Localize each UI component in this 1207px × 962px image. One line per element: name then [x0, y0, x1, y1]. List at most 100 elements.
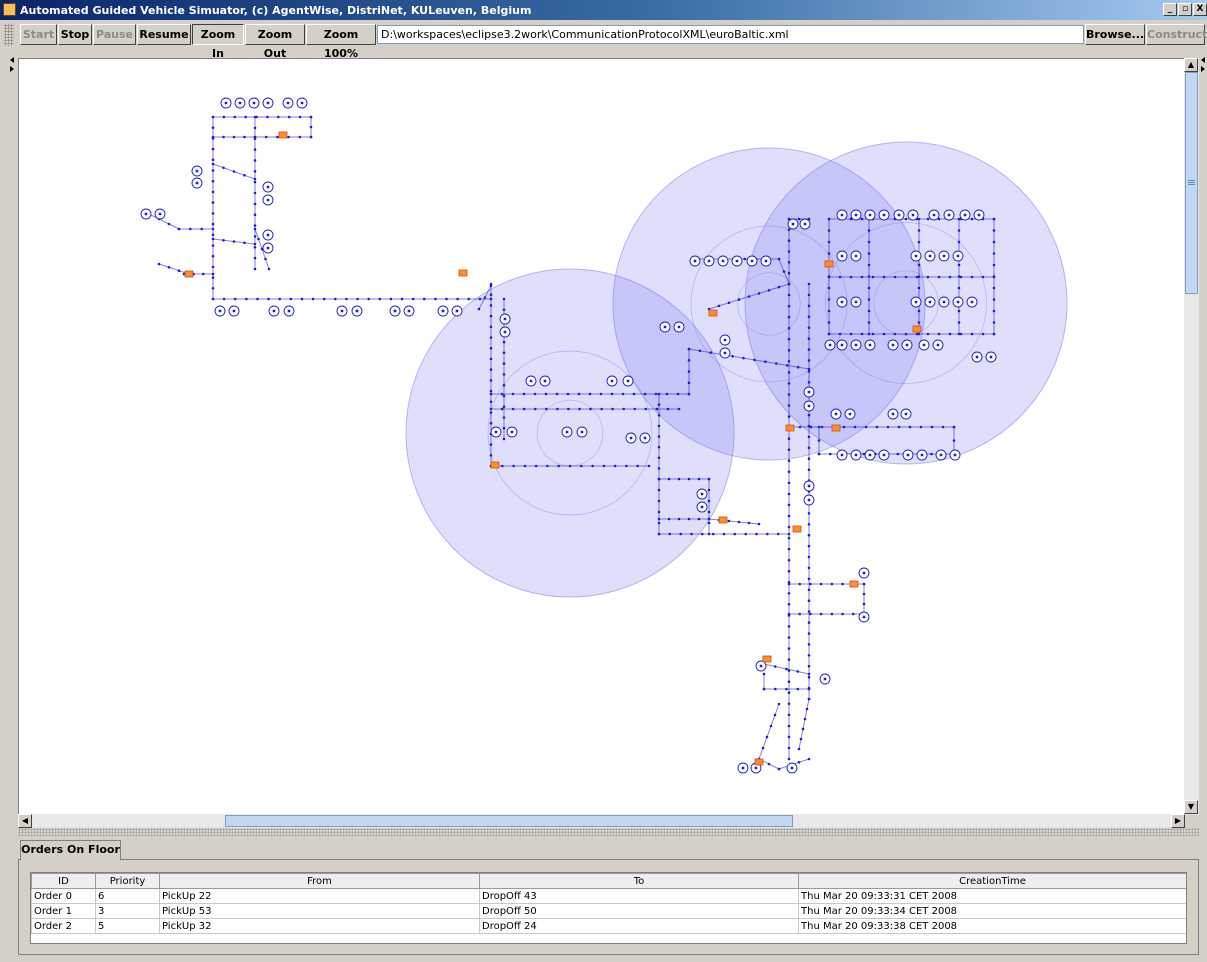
- order-to-cell[interactable]: DropOff 24: [479, 918, 799, 934]
- zoom-in-button[interactable]: Zoom In: [192, 24, 244, 60]
- agv-vehicle[interactable]: [831, 424, 841, 432]
- simulation-canvas[interactable]: [18, 58, 1185, 815]
- column-header-priority[interactable]: Priority: [95, 873, 160, 889]
- agv-vehicle[interactable]: [792, 525, 802, 533]
- waypoint-node: [904, 332, 908, 336]
- waypoint-node: [867, 229, 871, 232]
- column-header-to[interactable]: To: [479, 873, 799, 889]
- order-to-cell[interactable]: DropOff 43: [479, 888, 799, 904]
- split-pane-divider[interactable]: [18, 828, 1199, 836]
- waypoint-node: [677, 517, 681, 521]
- browse-button[interactable]: Browse...: [1085, 24, 1145, 45]
- waypoint-node: [253, 213, 257, 216]
- waypoint-node: [981, 275, 985, 279]
- waypoint-node: [787, 582, 791, 586]
- agv-vehicle[interactable]: [824, 260, 834, 268]
- waypoint-node: [502, 426, 506, 430]
- agv-vehicle[interactable]: [785, 424, 795, 432]
- order-id-cell[interactable]: Order 2: [31, 918, 96, 934]
- resume-button[interactable]: Resume: [137, 24, 191, 45]
- horizontal-scrollbar[interactable]: ◀ ▶: [18, 814, 1185, 828]
- zoom-out-button[interactable]: Zoom Out: [245, 24, 305, 60]
- close-button[interactable]: X: [1193, 3, 1207, 16]
- pause-button[interactable]: Pause: [93, 24, 136, 45]
- file-path-field[interactable]: D:\workspaces\eclipse3.2work\Communicati…: [377, 25, 1084, 44]
- waypoint-node: [489, 293, 493, 296]
- waypoint-node: [600, 407, 603, 411]
- agv-vehicle[interactable]: [849, 580, 859, 588]
- agv-vehicle[interactable]: [184, 270, 194, 278]
- waypoint-node: [762, 672, 766, 676]
- order-from-cell[interactable]: PickUp 53: [159, 903, 480, 919]
- minimize-button[interactable]: _: [1163, 3, 1177, 16]
- horizontal-scroll-thumb[interactable]: [225, 815, 793, 827]
- agv-vehicle[interactable]: [490, 461, 500, 469]
- scroll-down-button[interactable]: ▼: [1184, 800, 1198, 814]
- waypoint-node: [253, 246, 257, 249]
- station-center: [970, 300, 974, 304]
- left-panel-toggle[interactable]: [8, 55, 16, 75]
- zoom-100-button[interactable]: Zoom 100%: [306, 24, 376, 60]
- agv-vehicle[interactable]: [718, 516, 728, 524]
- agv-vehicle[interactable]: [708, 309, 718, 317]
- tab-orders-on-floor[interactable]: Orders On Floor: [20, 840, 121, 860]
- column-header-from[interactable]: From: [159, 873, 480, 889]
- order-from-cell[interactable]: PickUp 32: [159, 918, 480, 934]
- scroll-left-button[interactable]: ◀: [18, 814, 32, 828]
- construct-button[interactable]: Construct: [1146, 24, 1207, 45]
- scroll-right-button[interactable]: ▶: [1171, 814, 1185, 828]
- floor-map[interactable]: [19, 59, 1185, 815]
- table-row[interactable]: Order 2 5 PickUp 32 DropOff 24 Thu Mar 2…: [31, 918, 1186, 934]
- agv-vehicle[interactable]: [912, 325, 922, 333]
- order-time-cell[interactable]: Thu Mar 20 09:33:34 CET 2008: [798, 903, 1186, 919]
- order-priority-cell[interactable]: 3: [95, 903, 160, 919]
- agv-vehicle[interactable]: [762, 655, 772, 663]
- waypoint-node: [753, 358, 756, 362]
- order-time-cell[interactable]: Thu Mar 20 09:33:31 CET 2008: [798, 888, 1186, 904]
- agv-vehicle[interactable]: [458, 269, 468, 277]
- right-panel-toggle[interactable]: [1199, 55, 1207, 75]
- station-center: [195, 181, 199, 185]
- waypoint-node: [787, 503, 791, 507]
- station-center: [897, 213, 901, 217]
- toolbar-grip[interactable]: [4, 24, 14, 46]
- maximize-button[interactable]: ▫: [1178, 3, 1192, 16]
- waypoint-node: [733, 532, 737, 536]
- start-button[interactable]: Start: [20, 24, 57, 45]
- station-center: [790, 766, 794, 770]
- scroll-up-button[interactable]: ▲: [1184, 58, 1198, 72]
- agv-vehicle[interactable]: [754, 758, 764, 766]
- waypoint-node: [755, 532, 758, 536]
- order-id-cell[interactable]: Order 0: [31, 888, 96, 904]
- waypoint-node: [970, 332, 974, 336]
- waypoint-node: [643, 392, 647, 396]
- column-header-creation-time[interactable]: CreationTime: [798, 873, 1186, 889]
- order-from-cell[interactable]: PickUp 22: [159, 888, 480, 904]
- waypoint-node: [300, 297, 304, 301]
- vertical-scroll-thumb[interactable]: ≡: [1185, 72, 1198, 294]
- waypoint-node: [657, 435, 661, 438]
- order-id-cell[interactable]: Order 1: [31, 903, 96, 919]
- order-priority-cell[interactable]: 5: [95, 918, 160, 934]
- column-header-id[interactable]: ID: [31, 873, 96, 889]
- waypoint-node: [167, 222, 171, 226]
- order-to-cell[interactable]: DropOff 50: [479, 903, 799, 919]
- stop-button[interactable]: Stop: [58, 24, 92, 45]
- waypoint-node: [489, 368, 493, 371]
- vertical-scrollbar[interactable]: ▲ ≡ ▼: [1184, 58, 1199, 815]
- waypoint-node: [807, 672, 811, 676]
- table-row[interactable]: Order 1 3 PickUp 53 DropOff 50 Thu Mar 2…: [31, 903, 1186, 919]
- waypoint-node: [502, 297, 506, 301]
- waypoint-node: [253, 115, 257, 119]
- table-row[interactable]: Order 0 6 PickUp 22 DropOff 43 Thu Mar 2…: [31, 888, 1186, 904]
- waypoint-node: [926, 275, 930, 279]
- waypoint-node: [957, 240, 961, 244]
- order-time-cell[interactable]: Thu Mar 20 09:33:38 CET 2008: [798, 918, 1186, 934]
- waypoint-node: [992, 298, 996, 301]
- waypoint-node: [941, 425, 945, 429]
- waypoint-node: [622, 407, 625, 411]
- order-priority-cell[interactable]: 6: [95, 888, 160, 904]
- waypoint-node: [807, 304, 811, 308]
- waypoint-node: [787, 239, 791, 242]
- agv-vehicle[interactable]: [278, 131, 288, 139]
